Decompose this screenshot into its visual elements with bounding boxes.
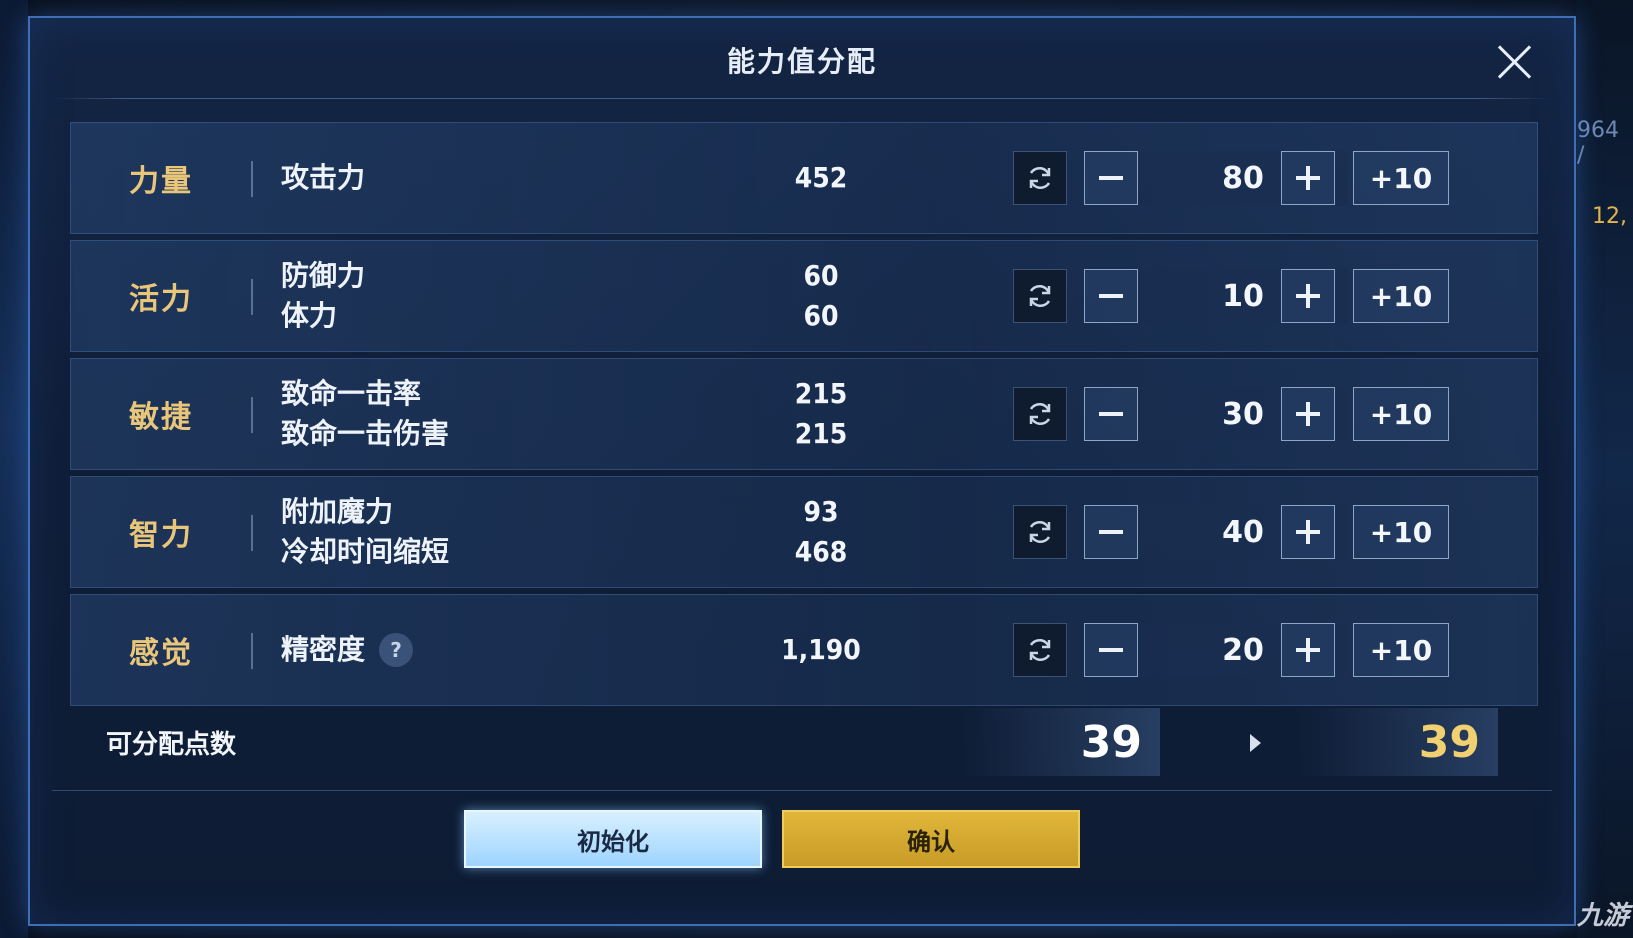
divider [251,515,253,551]
attribute-label: 冷却时间缩短 [281,535,450,568]
divider [52,790,1552,791]
plus-ten-button[interactable]: +10 [1353,269,1449,323]
dialog-title: 能力值分配 [726,45,877,78]
attribute-labels: 防御力 体力 [281,241,365,351]
stat-row-agility: 敏捷 致命一击率 致命一击伤害 215 215 30 +10 [70,358,1538,470]
available-points-current: 39 [960,708,1160,776]
minus-icon [1099,648,1123,652]
divider [251,161,253,197]
reset-button[interactable] [1013,623,1067,677]
reset-button[interactable] [1013,387,1067,441]
available-points-row: 可分配点数 39 39 [70,708,1538,778]
attribute-value: 468 [794,535,848,568]
plus-icon [1296,638,1320,662]
attribute-label-row: 精密度 ? [281,632,414,668]
attribute-value: 215 [794,417,848,450]
refresh-icon [1029,402,1051,426]
background-left-strip [0,0,28,938]
attribute-value: 60 [803,259,839,292]
plus-ten-button[interactable]: +10 [1353,151,1449,205]
attribute-label: 精密度 [281,633,366,666]
close-icon[interactable] [1494,42,1534,82]
attribute-values: 452 [761,123,881,233]
refresh-icon [1029,638,1051,662]
background-text: 12, [1592,204,1627,229]
attribute-label: 体力 [281,299,338,332]
divider [52,98,1552,99]
stat-row-intelligence: 智力 附加魔力 冷却时间缩短 93 468 40 +10 [70,476,1538,588]
refresh-icon [1029,520,1051,544]
stat-row-perception: 感觉 精密度 ? 1,190 20 +10 [70,594,1538,706]
increase-button[interactable] [1281,387,1335,441]
divider [251,279,253,315]
attribute-value: 60 [803,299,839,332]
plus-ten-button[interactable]: +10 [1353,387,1449,441]
reset-button[interactable] [1013,269,1067,323]
attribute-value: 93 [803,495,839,528]
attribute-values: 93 468 [761,477,881,587]
attribute-labels: 精密度 ? [281,595,414,705]
attribute-labels: 附加魔力 冷却时间缩短 [281,477,449,587]
stat-name: 活力 [129,282,193,317]
attribute-label: 致命一击率 [281,377,422,410]
available-points-label: 可分配点数 [106,730,237,760]
attribute-value: 1,190 [781,633,861,666]
minus-icon [1099,412,1123,416]
increase-button[interactable] [1281,269,1335,323]
attribute-label: 攻击力 [281,161,366,194]
attribute-label: 防御力 [281,259,366,292]
stat-name: 敏捷 [129,400,193,435]
stat-row-vitality: 活力 防御力 体力 60 60 10 +10 [70,240,1538,352]
attribute-label: 致命一击伤害 [281,417,450,450]
refresh-icon [1029,284,1051,308]
divider [251,397,253,433]
plus-icon [1296,520,1320,544]
attribute-labels: 致命一击率 致命一击伤害 [281,359,449,469]
confirm-button[interactable]: 确认 [782,810,1080,868]
background-text: 964 / [1577,118,1619,168]
increase-button[interactable] [1281,505,1335,559]
divider [251,633,253,669]
minus-icon [1099,530,1123,534]
stat-allocation-dialog: 能力值分配 力量 攻击力 452 80 +10 活力 防御力 体力 60 60 … [28,16,1576,926]
attribute-values: 1,190 [761,595,881,705]
initialize-button[interactable]: 初始化 [464,810,762,868]
attribute-value: 215 [794,377,848,410]
attribute-label: 附加魔力 [281,495,394,528]
increase-button[interactable] [1281,151,1335,205]
decrease-button[interactable] [1084,505,1138,559]
refresh-icon [1029,166,1051,190]
attribute-values: 60 60 [761,241,881,351]
stat-row-strength: 力量 攻击力 452 80 +10 [70,122,1538,234]
attribute-value: 452 [794,161,848,194]
help-icon[interactable]: ? [379,633,414,667]
attribute-labels: 攻击力 [281,123,365,233]
decrease-button[interactable] [1084,387,1138,441]
reset-button[interactable] [1013,505,1067,559]
minus-icon [1099,176,1123,180]
plus-ten-button[interactable]: +10 [1353,505,1449,559]
stat-name: 感觉 [129,636,193,671]
arrow-right-icon [1250,734,1261,752]
decrease-button[interactable] [1084,623,1138,677]
increase-button[interactable] [1281,623,1335,677]
stat-name: 智力 [129,518,193,553]
plus-icon [1296,166,1320,190]
reset-button[interactable] [1013,151,1067,205]
stat-name: 力量 [129,164,193,199]
plus-icon [1296,284,1320,308]
available-points-after: 39 [1296,708,1498,776]
decrease-button[interactable] [1084,151,1138,205]
plus-icon [1296,402,1320,426]
decrease-button[interactable] [1084,269,1138,323]
background-right-strip: 964 / 12, [1577,0,1633,938]
minus-icon [1099,294,1123,298]
watermark-logo: 九游 [1576,901,1629,931]
stat-rows: 力量 攻击力 452 80 +10 活力 防御力 体力 60 60 10 +10… [70,122,1538,712]
attribute-values: 215 215 [761,359,881,469]
plus-ten-button[interactable]: +10 [1353,623,1449,677]
